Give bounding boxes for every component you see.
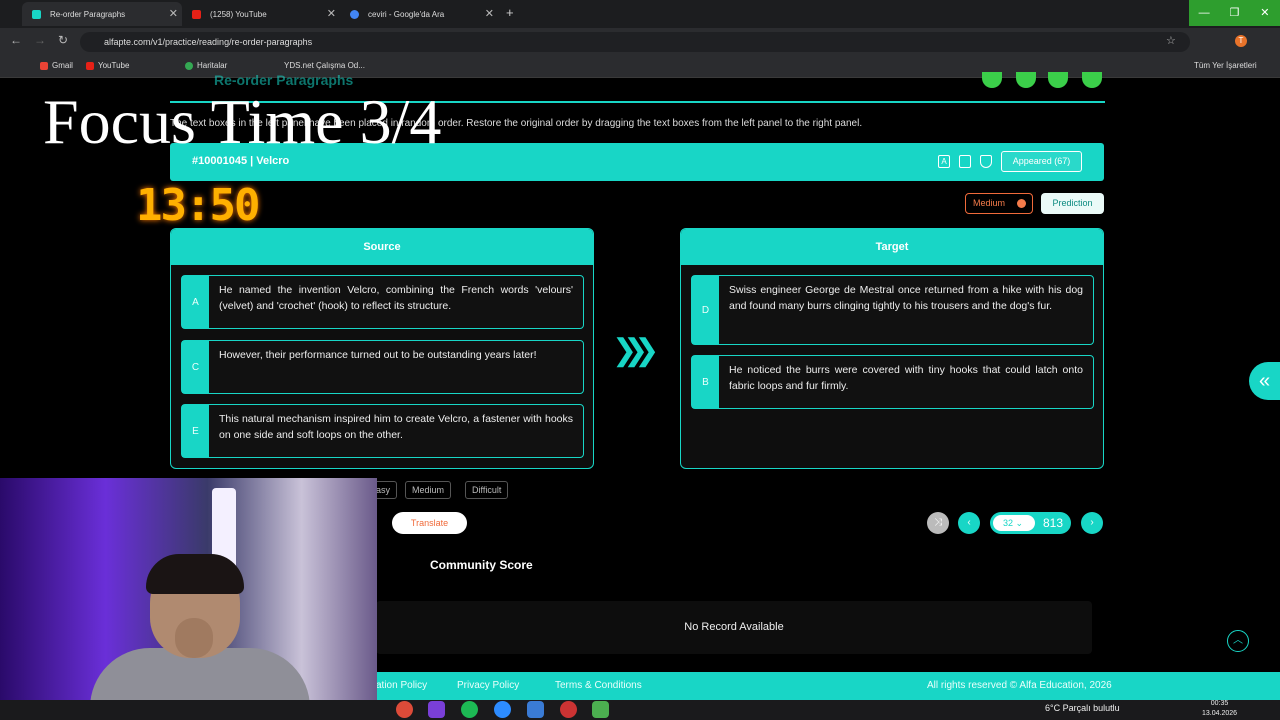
bookmark-label: YDS.net Çalışma Od... xyxy=(284,61,365,70)
bookmark-maps[interactable]: Haritalar xyxy=(185,61,227,70)
scroll-to-top-button[interactable]: ︿ xyxy=(1227,630,1249,652)
translate-button[interactable]: Translate xyxy=(392,512,467,534)
zoom-taskbar-icon[interactable] xyxy=(494,701,511,718)
new-tab-button[interactable]: + xyxy=(506,5,514,20)
page-select[interactable]: 32 ⌄ xyxy=(993,515,1035,531)
focus-time-overlay: Focus Time 3/4 xyxy=(43,86,442,157)
side-panel-toggle-icon[interactable]: « xyxy=(1249,362,1280,400)
tab-reorder-paragraphs[interactable]: Re-order Paragraphs ✕ xyxy=(22,2,182,26)
card-text: This natural mechanism inspired him to c… xyxy=(219,413,573,441)
google-favicon-icon xyxy=(350,10,359,19)
target-card-d[interactable]: D Swiss engineer George de Mestral once … xyxy=(691,275,1094,345)
source-panel-title: Source xyxy=(171,229,593,265)
current-page: 32 xyxy=(1003,518,1014,528)
card-label: D xyxy=(692,276,719,344)
app-taskbar-icon[interactable] xyxy=(560,701,577,718)
restore-icon[interactable]: ❐ xyxy=(1219,0,1249,26)
bookmark-yds[interactable]: YDS.net Çalışma Od... xyxy=(284,61,365,70)
difficulty-badge[interactable]: Medium xyxy=(965,193,1033,214)
address-bar[interactable]: alfapte.com/v1/practice/reading/re-order… xyxy=(80,32,1190,52)
close-window-icon[interactable]: ✕ xyxy=(1250,0,1280,26)
bookmark-icon[interactable] xyxy=(980,155,992,168)
clock-time: 00:35 xyxy=(1210,700,1229,707)
bookmark-all[interactable]: Tüm Yer İşaretleri xyxy=(1194,61,1257,70)
gmail-icon xyxy=(40,61,48,70)
bookmark-label: YouTube xyxy=(98,61,130,70)
bookmark-label: Gmail xyxy=(52,61,73,70)
next-page-button[interactable]: › xyxy=(1081,512,1103,534)
move-arrows-icon: ❯❯❯ xyxy=(612,334,660,367)
youtube-favicon-icon xyxy=(192,10,201,19)
footer-link-policy[interactable]: ation Policy xyxy=(376,680,427,691)
maps-pin-icon xyxy=(185,61,193,70)
source-card-c[interactable]: C However, their performance turned out … xyxy=(181,340,584,394)
minimize-icon[interactable]: — xyxy=(1189,0,1219,26)
card-label: B xyxy=(692,356,719,408)
card-label: A xyxy=(182,276,209,328)
target-panel-title: Target xyxy=(681,229,1103,265)
difficulty-label: Medium xyxy=(973,198,1006,208)
target-panel: Target D Swiss engineer George de Mestra… xyxy=(680,228,1104,469)
card-label: E xyxy=(182,405,209,457)
card-text: He noticed the burrs were covered with t… xyxy=(729,364,1083,392)
back-arrow-icon[interactable]: ← xyxy=(10,33,22,47)
close-tab-icon[interactable]: ✕ xyxy=(327,7,336,20)
person-hair xyxy=(146,554,244,594)
app-taskbar-icon[interactable] xyxy=(592,701,609,718)
bookmark-gmail[interactable]: Gmail xyxy=(40,61,73,70)
font-size-icon[interactable]: A xyxy=(938,155,950,168)
card-text: He named the invention Velcro, combining… xyxy=(219,284,573,312)
alfa-favicon-icon xyxy=(32,10,41,19)
footer-link-terms[interactable]: Terms & Conditions xyxy=(555,680,642,691)
tab-title: (1258) YouTube xyxy=(210,9,267,19)
notes-icon[interactable] xyxy=(959,155,971,168)
profile-avatar[interactable]: T xyxy=(1235,35,1247,47)
appeared-count-button[interactable]: Appeared (67) xyxy=(1001,151,1082,172)
target-card-b[interactable]: B He noticed the burrs were covered with… xyxy=(691,355,1094,409)
no-record-message: No Record Available xyxy=(376,601,1092,654)
app-taskbar-icon[interactable] xyxy=(527,701,544,718)
app-taskbar-icon[interactable] xyxy=(428,701,445,718)
tab-google-search[interactable]: ceviri - Google'da Ara ✕ xyxy=(340,2,498,26)
community-score-title: Community Score xyxy=(430,558,533,572)
level-difficult-button[interactable]: Difficult xyxy=(465,481,509,499)
source-card-a[interactable]: A He named the invention Velcro, combini… xyxy=(181,275,584,329)
reload-icon[interactable]: ↻ xyxy=(58,33,68,47)
person-hand xyxy=(175,618,213,658)
forward-arrow-icon[interactable]: → xyxy=(34,33,46,47)
star-bookmark-icon[interactable]: ☆ xyxy=(1166,34,1176,47)
tab-title: ceviri - Google'da Ara xyxy=(368,9,445,19)
card-text: However, their performance turned out to… xyxy=(219,349,537,361)
level-medium-button[interactable]: Medium xyxy=(405,481,452,499)
source-panel: Source A He named the invention Velcro, … xyxy=(170,228,594,469)
pagination-box: 32 ⌄ 813 xyxy=(990,512,1071,534)
difficulty-dot-icon xyxy=(1017,199,1026,208)
source-card-e[interactable]: E This natural mechanism inspired him to… xyxy=(181,404,584,458)
youtube-icon xyxy=(86,61,94,70)
webcam-overlay xyxy=(0,478,377,720)
countdown-timer: 13:50 xyxy=(136,180,260,231)
weather-widget[interactable]: 6°C Parçalı bulutlu xyxy=(1045,703,1120,713)
bookmark-label: Tüm Yer İşaretleri xyxy=(1194,61,1257,70)
close-tab-icon[interactable]: ✕ xyxy=(485,7,494,20)
window-controls: — ❐ ✕ xyxy=(1189,0,1280,26)
card-label: C xyxy=(182,341,209,393)
tab-youtube[interactable]: (1258) YouTube ✕ xyxy=(182,2,340,26)
system-clock[interactable]: 00:35 13.04.2026 xyxy=(1202,699,1237,719)
close-tab-icon[interactable]: ✕ xyxy=(169,7,178,20)
footer-copyright: All rights reserved © Alfa Education, 20… xyxy=(927,680,1112,691)
chevron-down-icon: ⌄ xyxy=(1015,518,1024,528)
clock-date: 13.04.2026 xyxy=(1202,710,1238,717)
footer-link-privacy[interactable]: Privacy Policy xyxy=(457,680,519,691)
shuffle-icon[interactable]: ⤨ xyxy=(927,512,949,534)
tab-title: Re-order Paragraphs xyxy=(50,9,126,19)
bookmark-youtube[interactable]: YouTube xyxy=(86,61,129,70)
card-text: Swiss engineer George de Mestral once re… xyxy=(729,284,1083,312)
previous-page-button[interactable]: ‹ xyxy=(958,512,980,534)
bookmark-label: Haritalar xyxy=(197,61,228,70)
chrome-taskbar-icon[interactable] xyxy=(396,701,413,718)
total-pages: 813 xyxy=(1042,516,1063,530)
spotify-taskbar-icon[interactable] xyxy=(461,701,478,718)
prediction-badge[interactable]: Prediction xyxy=(1041,193,1104,214)
